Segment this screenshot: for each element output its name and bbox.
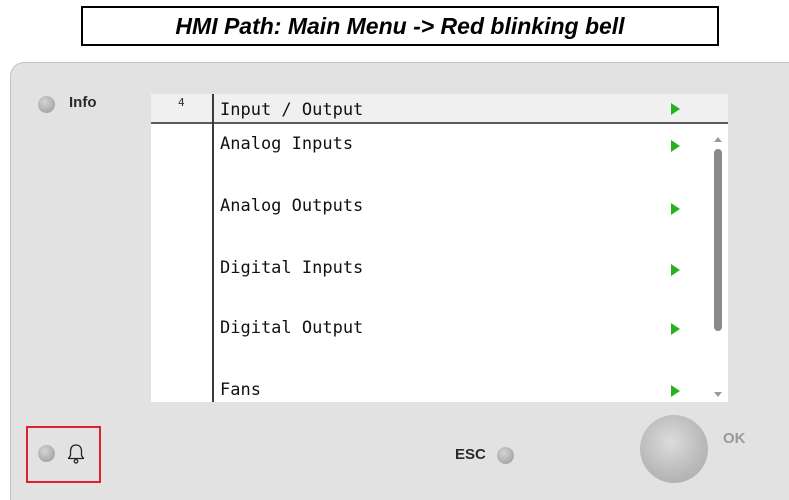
green-arrow-icon xyxy=(671,323,680,335)
info-label: Info xyxy=(69,94,97,111)
display-screen: 4 Input / Output Analog Inputs Analog Ou… xyxy=(151,94,728,402)
menu-item-label: Digital Output xyxy=(220,318,364,338)
scroll-up-icon[interactable] xyxy=(714,137,722,142)
alarm-led[interactable] xyxy=(38,445,55,462)
green-arrow-icon xyxy=(671,264,680,276)
menu-item-label: Fans xyxy=(220,380,261,400)
green-arrow-icon xyxy=(671,203,680,215)
menu-item-label: Analog Inputs xyxy=(220,134,354,154)
scroll-down-icon[interactable] xyxy=(714,392,722,397)
info-led[interactable] xyxy=(38,96,55,113)
menu-title: Input / Output xyxy=(220,100,364,120)
bell-icon[interactable] xyxy=(66,443,86,465)
menu-title-arrow-icon xyxy=(671,103,680,115)
hmi-path-caption: HMI Path: Main Menu -> Red blinking bell xyxy=(81,6,719,46)
menu-item-label: Analog Outputs xyxy=(220,196,364,216)
esc-label: ESC xyxy=(455,446,486,463)
screen-divider xyxy=(212,94,214,402)
scrollbar-thumb[interactable] xyxy=(714,149,722,331)
page-number: 4 xyxy=(178,96,185,109)
esc-button[interactable] xyxy=(497,447,514,464)
menu-item-label: Digital Inputs xyxy=(220,258,364,278)
ok-knob[interactable] xyxy=(640,415,708,483)
green-arrow-icon xyxy=(671,140,680,152)
green-arrow-icon xyxy=(671,385,680,397)
ok-label: OK xyxy=(723,430,746,447)
